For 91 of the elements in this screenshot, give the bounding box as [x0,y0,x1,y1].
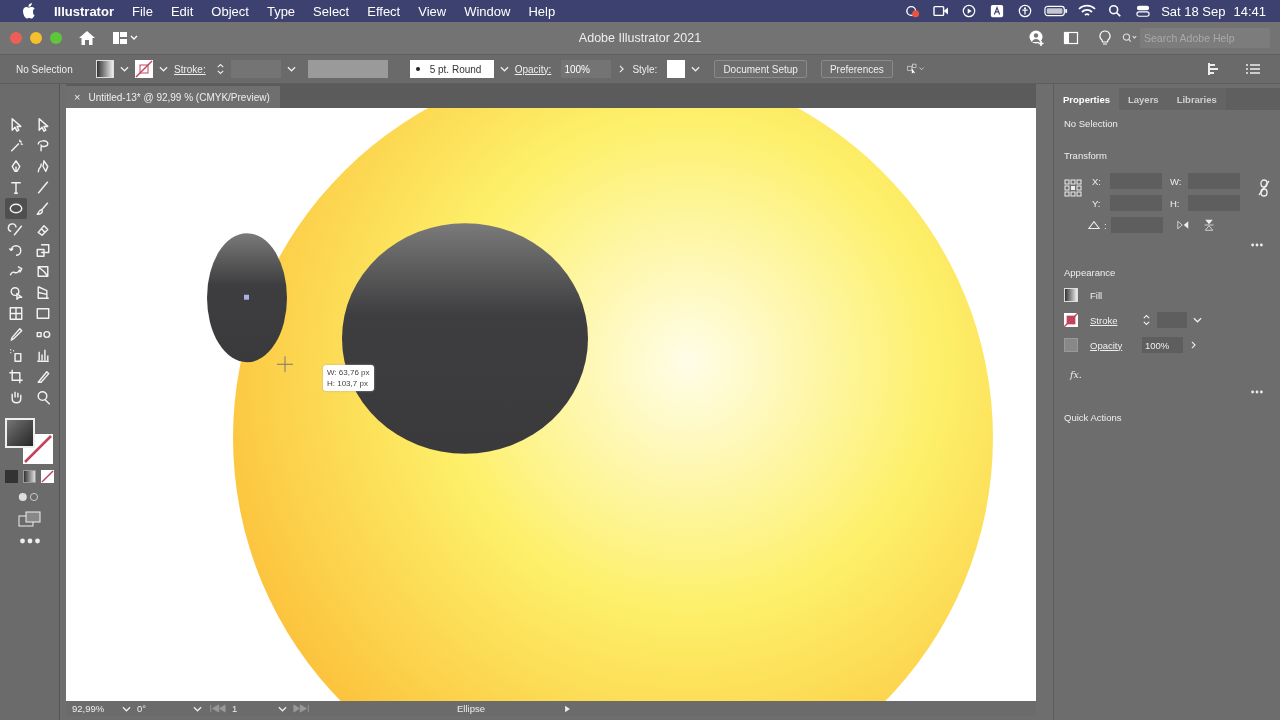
section-title: Appearance [1064,267,1117,278]
reference-point-icon[interactable] [1064,179,1082,197]
menu-bar-date[interactable]: Sat 18 Sep [1157,3,1230,19]
y-label: Y: [1092,197,1102,209]
minimize-window-button[interactable] [30,32,42,44]
menu-item[interactable]: Edit [161,3,203,19]
menu-item[interactable]: Window [455,3,520,19]
caret-icon[interactable] [278,704,287,713]
menu-item[interactable]: File [122,3,162,19]
caret-icon[interactable] [159,65,168,73]
stepper-icon[interactable] [215,61,225,77]
opacity-label[interactable]: Opacity [1090,339,1136,351]
stroke-label[interactable]: Stroke [1090,314,1136,326]
control-bar-button[interactable]: Document Setup [714,60,807,78]
stroke-none-swatch[interactable] [135,60,153,78]
menu-item[interactable]: View [409,3,456,19]
fill-swatch[interactable] [1064,288,1078,302]
more-options-icon[interactable] [1250,243,1264,247]
chevron-right-icon[interactable] [1189,341,1198,349]
width-label: W: [1170,175,1183,187]
video-camera-icon[interactable] [932,4,951,18]
dimension-tooltip: W: 63,76 px H: 103,7 px [323,365,374,391]
style-swatch[interactable] [667,60,686,78]
brush-definition-dropdown[interactable]: 5 pt. Round [409,60,494,78]
gradient-mode-button[interactable] [23,470,36,483]
panel-tab[interactable]: Libraries [1167,88,1226,110]
x-label: X: [1092,175,1102,187]
menu-item[interactable]: Select [304,3,359,19]
caret-icon[interactable] [286,65,296,73]
home-icon[interactable] [78,30,96,46]
none-mode-button[interactable] [41,470,54,483]
color-mode-button[interactable] [5,470,18,483]
battery-icon[interactable] [1044,4,1069,18]
apple-logo-icon[interactable] [22,3,36,19]
menu-item[interactable]: Object [202,3,258,19]
fill-stroke-drawing[interactable] [4,418,55,464]
caret-icon[interactable] [499,65,509,73]
list-menu-icon[interactable] [1244,61,1262,77]
effects-button[interactable]: fx. [1070,369,1270,380]
zoom-level-dropdown[interactable]: 92,99% [72,703,116,714]
flip-vertical-icon[interactable] [1202,219,1215,231]
selection-status: No Selection [1064,118,1119,129]
angle-label: : [1104,219,1107,231]
style-label: Style: [632,63,658,75]
more-options-icon[interactable] [1250,390,1264,394]
document-tab[interactable]: × Untitled-13* @ 92,99 % (CMYK/Preview) [66,86,280,108]
lightbulb-icon[interactable] [1096,30,1114,46]
opacity-field[interactable]: 100% [561,60,612,78]
angle-icon [1088,220,1100,230]
panel-tab[interactable]: Properties [1054,88,1119,110]
height-label: H: [1170,197,1181,209]
flip-horizontal-icon[interactable] [1176,219,1189,231]
section-title: Transform [1064,150,1108,161]
opacity-swatch[interactable] [1064,338,1078,352]
app-menu[interactable]: Illustrator [54,3,123,19]
chevron-right-icon[interactable] [617,65,627,73]
caret-icon[interactable] [122,704,131,713]
current-tool-status[interactable]: Ellipse [457,703,557,714]
opacity-field[interactable]: 100% [1142,337,1183,353]
constrain-proportions-icon[interactable] [1258,179,1270,197]
crosshair-cursor-icon [276,355,294,373]
caret-icon[interactable] [691,65,701,73]
menu-bar-time[interactable]: 14:41 [1229,3,1270,19]
caret-icon[interactable] [1193,316,1202,324]
caret-icon[interactable] [120,65,129,73]
panel-tab[interactable]: Layers [1119,88,1168,110]
menu-item[interactable]: Effect [358,3,410,19]
panel-layout-icon[interactable] [1062,30,1080,46]
variable-width-field[interactable] [307,60,388,78]
screen-mode-icon[interactable] [17,511,42,527]
stepper-icon[interactable] [1142,312,1151,328]
wifi-icon[interactable] [1078,4,1097,18]
selection-status: No Selection [16,63,74,75]
stroke-none-swatch[interactable] [1064,313,1078,327]
section-title: Quick Actions [1064,412,1123,423]
share-user-icon[interactable] [1028,30,1046,46]
workspace-layout-icon[interactable] [112,30,138,46]
rotation-dropdown[interactable]: 0° [137,703,187,714]
play-icon[interactable] [563,704,572,713]
menu-item[interactable]: Help [519,3,565,19]
artboard-number-field[interactable]: 1 [232,703,272,714]
caret-icon[interactable] [193,704,202,713]
center-point-icon [244,294,249,300]
stroke-label[interactable]: Stroke: [174,63,206,75]
fill-swatch[interactable] [96,60,114,78]
opacity-label[interactable]: Opacity: [514,63,552,75]
window-title: Adobe Illustrator 2021 [578,31,702,45]
control-bar-button[interactable]: Preferences [820,60,893,78]
control-center-icon[interactable] [1134,4,1153,18]
fill-label: Fill [1090,289,1103,301]
menu-item[interactable]: Type [257,3,305,19]
